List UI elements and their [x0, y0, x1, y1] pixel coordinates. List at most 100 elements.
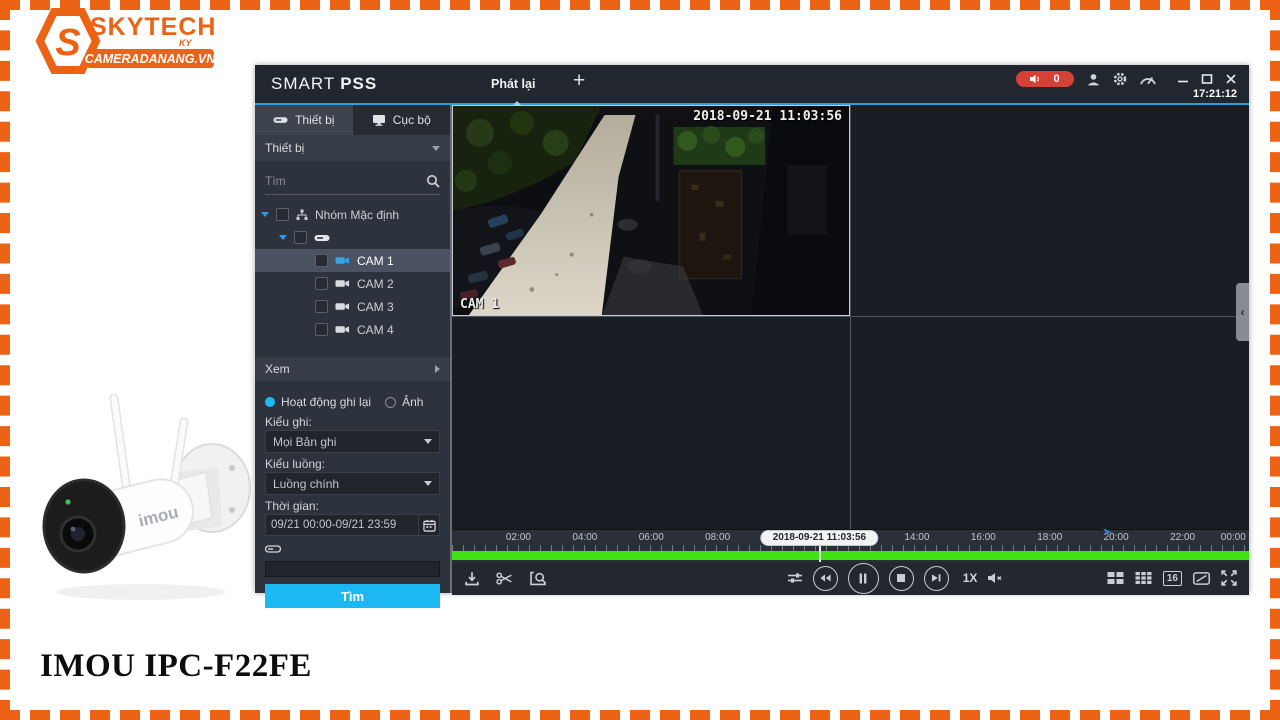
stream-type-value: Luồng chính: [273, 476, 340, 491]
record-radio-label: Hoạt động ghi lại: [281, 395, 372, 409]
add-tab-button[interactable]: +: [573, 69, 585, 93]
cam4-label: CAM 4: [357, 322, 394, 337]
playback-main: 2018-09-21 11:03:56 CAM 1 ‹ 02:00 04:00 …: [452, 105, 1249, 595]
tree-row-cam1[interactable]: CAM 1: [255, 249, 450, 272]
device-icon: [273, 115, 288, 125]
stream-type-select[interactable]: Luồng chính: [265, 472, 440, 495]
cam2-checkbox[interactable]: [315, 277, 328, 290]
playback-toolbar: 1X 16: [452, 561, 1249, 595]
product-title: IMOU IPC-F22FE: [40, 648, 312, 684]
video-osd-timestamp: 2018-09-21 11:03:56: [693, 109, 842, 124]
video-grid: 2018-09-21 11:03:56 CAM 1: [452, 105, 1249, 529]
clock: 17:21:12: [1192, 88, 1237, 100]
promo-canvas: S SKYTECH KY CAMERADANANG.VN imou IMOU I…: [0, 0, 1280, 720]
chevron-right-icon: [435, 365, 440, 373]
speaker-icon: [1030, 74, 1041, 84]
timeline-tick-label: 06:00: [638, 531, 664, 543]
titlebar: SMART PSS Phát lại + 0 17:21:12: [255, 65, 1249, 105]
search-icon[interactable]: [426, 174, 440, 188]
search-placeholder: Tìm: [265, 174, 286, 188]
picture-radio-label: Ảnh: [402, 395, 424, 409]
smart-search-icon[interactable]: [529, 571, 547, 586]
cam4-checkbox[interactable]: [315, 323, 328, 336]
split-16-button[interactable]: 16: [1162, 570, 1182, 586]
dashboard-icon[interactable]: [1140, 74, 1156, 85]
timeline-tick-label: 14:00: [904, 531, 930, 543]
tree-row-group[interactable]: Nhóm Mặc định: [255, 203, 450, 226]
search-filter-panel: Hoạt động ghi lại Ảnh Kiểu ghi: Mọi Bản …: [255, 381, 450, 608]
tab-playback-label: Phát lại: [491, 77, 536, 91]
timeline-playhead-bubble[interactable]: 2018-09-21 11:03:56: [760, 529, 879, 546]
mute-speaker-icon[interactable]: [987, 572, 1003, 584]
sidebar: Thiết bị Cục bộ Thiết bị Tìm Nhóm Mặc đị…: [255, 105, 450, 608]
next-frame-button[interactable]: [923, 565, 949, 591]
panel-collapse-handle[interactable]: ‹: [1236, 283, 1249, 341]
record-type-label: Kiểu ghi:: [265, 415, 312, 429]
split-4-icon[interactable]: [1107, 572, 1124, 585]
playback-timeline[interactable]: 02:00 04:00 06:00 08:00 10:00 12:00 14:0…: [452, 528, 1249, 562]
group-icon: [296, 209, 308, 221]
device-tree-header[interactable]: Thiết bị: [255, 135, 450, 161]
stop-button[interactable]: [888, 565, 914, 591]
tree-row-cam3[interactable]: CAM 3: [255, 295, 450, 318]
video-pane-1[interactable]: 2018-09-21 11:03:56 CAM 1: [452, 105, 850, 317]
record-type-select[interactable]: Mọi Bản ghi: [265, 430, 440, 453]
video-pane-3[interactable]: [452, 317, 850, 529]
time-range-input[interactable]: 09/21 00:00-09/21 23:59: [265, 514, 440, 536]
camera-product-image: imou: [26, 380, 254, 606]
sidebar-tab-device-label: Thiết bị: [295, 113, 335, 127]
cam1-checkbox[interactable]: [315, 254, 328, 267]
view-section-label: Xem: [265, 362, 290, 376]
playback-speed[interactable]: 1X: [963, 571, 978, 585]
timeline-tick-label: 04:00: [572, 531, 598, 543]
video-pane-2[interactable]: [851, 105, 1249, 317]
camera-icon: [335, 256, 350, 265]
playback-settings-icon[interactable]: [787, 572, 803, 584]
group-checkbox[interactable]: [276, 208, 289, 221]
tree-row-device[interactable]: [255, 226, 450, 249]
timeline-record-track[interactable]: [452, 550, 1249, 560]
fullscreen-icon[interactable]: [1221, 570, 1237, 587]
minimize-button[interactable]: [1177, 73, 1189, 85]
sidebar-tab-local[interactable]: Cục bộ: [352, 105, 450, 135]
expand-caret-icon[interactable]: [279, 235, 287, 240]
gear-icon[interactable]: [1113, 72, 1127, 86]
clip-scissors-icon[interactable]: [496, 572, 513, 585]
cam3-checkbox[interactable]: [315, 300, 328, 313]
chevron-down-icon: [424, 439, 432, 444]
timeline-tick-label: 00:00: [1220, 531, 1246, 543]
calendar-icon[interactable]: [418, 515, 439, 535]
picture-radio[interactable]: [385, 396, 397, 408]
video-osd-camera-label: CAM 1: [460, 297, 500, 313]
timeline-tick-label: 18:00: [1037, 531, 1063, 543]
camera-icon: [335, 302, 350, 311]
sidebar-tab-device[interactable]: Thiết bị: [255, 105, 353, 135]
smartpss-window: SMART PSS Phát lại + 0 17:21:12 Thiết bị…: [255, 65, 1249, 608]
pause-button[interactable]: [847, 562, 879, 594]
download-icon[interactable]: [464, 571, 480, 586]
expand-caret-icon[interactable]: [261, 212, 269, 217]
view-section-bar[interactable]: Xem: [255, 357, 450, 381]
tree-row-cam2[interactable]: CAM 2: [255, 272, 450, 295]
close-button[interactable]: [1225, 73, 1237, 85]
device-search-input[interactable]: Tìm: [265, 168, 440, 195]
video-pane-4[interactable]: [851, 317, 1249, 529]
svg-text:CAMERADANANG.VN: CAMERADANANG.VN: [85, 52, 217, 66]
split-9-icon[interactable]: [1135, 572, 1152, 585]
record-radio[interactable]: [265, 397, 275, 407]
user-icon[interactable]: [1087, 73, 1100, 86]
maximize-button[interactable]: [1201, 73, 1213, 85]
device-checkbox[interactable]: [294, 231, 307, 244]
custom-split-icon[interactable]: [1193, 572, 1210, 585]
search-button[interactable]: Tìm: [265, 584, 440, 608]
time-label: Thời gian:: [265, 499, 319, 513]
tree-row-cam4[interactable]: CAM 4: [255, 318, 450, 341]
rewind-button[interactable]: [812, 565, 838, 591]
cam2-label: CAM 2: [357, 276, 394, 291]
device-result-field[interactable]: [265, 561, 440, 577]
tab-playback[interactable]: Phát lại: [483, 65, 543, 103]
monitor-icon: [372, 114, 386, 126]
alarm-indicator[interactable]: 0: [1016, 71, 1074, 87]
camera-led: [65, 499, 71, 505]
svg-text:KY: KY: [179, 38, 192, 48]
